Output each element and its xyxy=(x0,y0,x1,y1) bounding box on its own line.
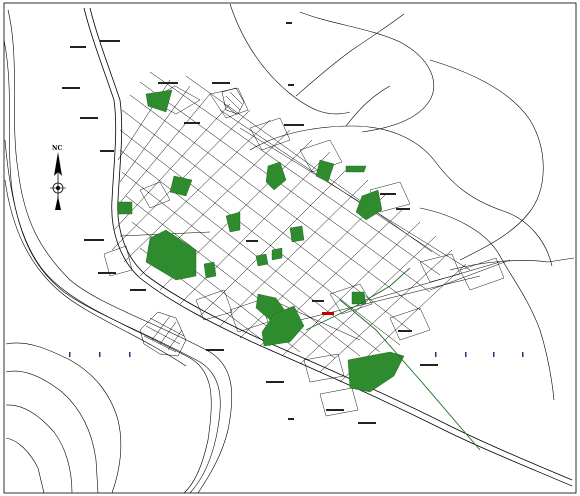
park-small-2 xyxy=(289,225,305,243)
north-label: NC xyxy=(52,145,62,152)
park-central xyxy=(225,211,241,233)
map-canvas: NC xyxy=(3,2,577,494)
park-strip xyxy=(345,165,367,173)
settlement-patch-southwest xyxy=(139,311,187,357)
park-small-4 xyxy=(271,247,283,261)
park-north xyxy=(145,89,173,113)
park-west-2 xyxy=(117,201,133,215)
park-west-1 xyxy=(169,175,193,197)
north-arrow-icon xyxy=(50,152,66,210)
settlement-patch-north xyxy=(221,87,245,115)
park-southeast xyxy=(347,351,405,393)
park-large-west xyxy=(145,229,197,281)
green-areas xyxy=(117,89,405,393)
town-plan-map: NC xyxy=(0,0,580,496)
park-small-3 xyxy=(255,253,269,267)
red-marker xyxy=(322,312,334,315)
street-grid xyxy=(111,71,511,383)
park-small-1 xyxy=(203,261,217,279)
park-east xyxy=(355,189,383,221)
park-small-5 xyxy=(351,291,367,305)
